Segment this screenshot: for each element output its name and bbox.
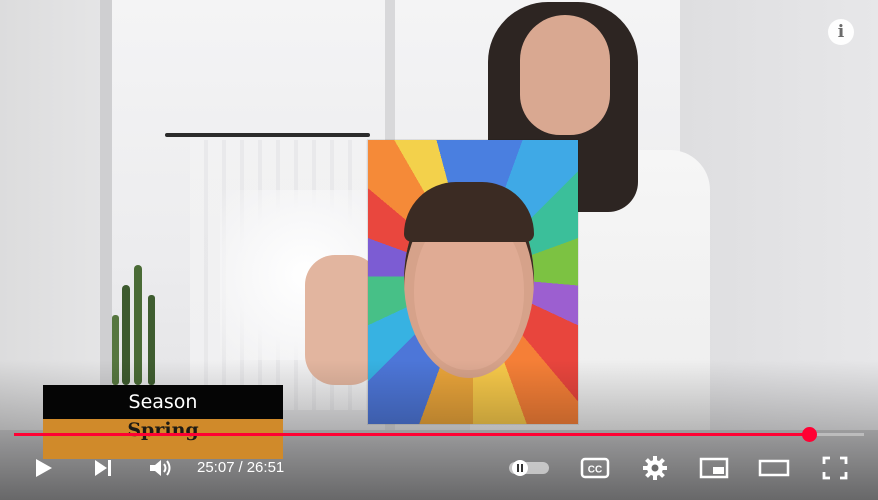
fullscreen-icon	[822, 456, 848, 480]
progress-fill	[14, 433, 810, 436]
volume-icon	[150, 460, 171, 476]
autoplay-toggle-icon	[509, 460, 549, 476]
next-icon	[95, 460, 111, 476]
fullscreen-button[interactable]	[818, 448, 852, 488]
duration: 26:51	[246, 459, 285, 476]
info-glyph: i	[837, 22, 845, 42]
gear-icon	[643, 456, 667, 480]
cc-label: CC	[588, 465, 602, 476]
volume-button[interactable]	[144, 448, 178, 488]
next-button[interactable]	[88, 448, 118, 488]
player-controls: 25:07/26:51 CC	[0, 448, 878, 488]
scene-woman-face	[520, 15, 610, 135]
time-display: 25:07/26:51	[197, 448, 284, 488]
time-separator: /	[238, 459, 243, 476]
video-player[interactable]: Season Spring i 25:07 / 26:51 CC	[0, 0, 878, 500]
miniplayer-button[interactable]	[697, 448, 731, 488]
play-icon	[36, 459, 52, 477]
progress-bar[interactable]	[14, 427, 864, 442]
play-button[interactable]	[28, 448, 58, 488]
theater-button[interactable]	[756, 448, 792, 488]
info-icon[interactable]: i	[828, 19, 854, 45]
scene-curtain-rod	[165, 133, 370, 137]
captions-button[interactable]: CC	[578, 448, 612, 488]
caption-title: Season	[43, 385, 283, 419]
cc-icon: CC	[580, 457, 610, 479]
autoplay-toggle[interactable]	[507, 448, 551, 488]
theater-mode-icon	[758, 459, 790, 477]
miniplayer-icon	[699, 457, 729, 479]
current-time: 25:07	[197, 459, 235, 476]
settings-button[interactable]	[638, 448, 672, 488]
